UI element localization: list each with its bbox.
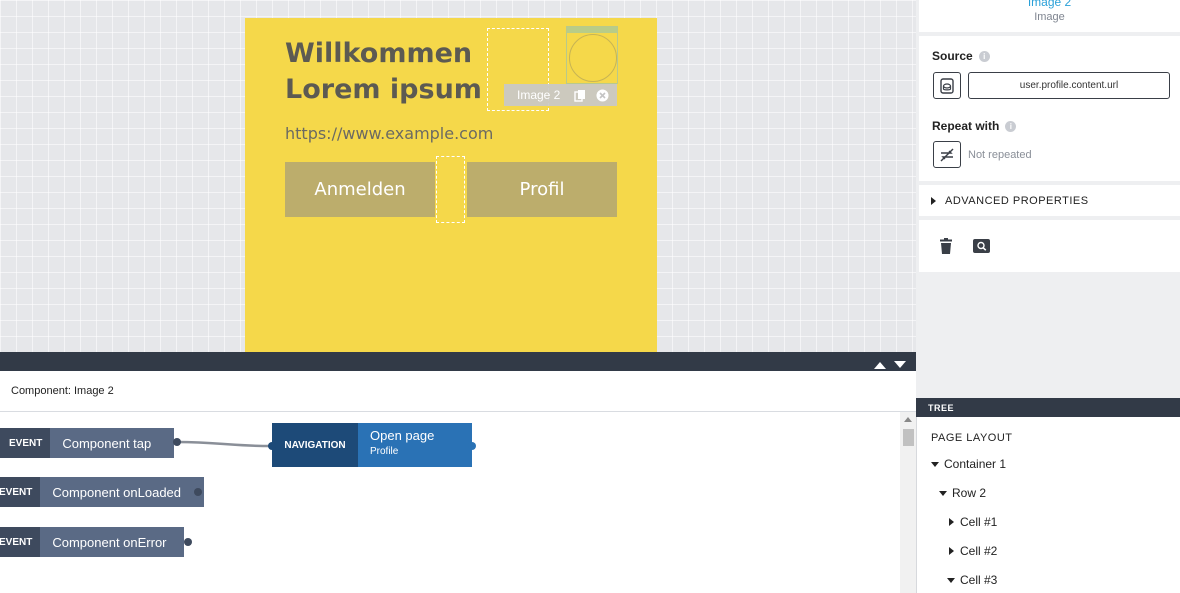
source-label: Source i bbox=[932, 49, 990, 63]
image-2-selected[interactable] bbox=[566, 26, 618, 84]
tree-title: PAGE LAYOUT bbox=[931, 432, 1013, 444]
tree-item-label: Cell #2 bbox=[960, 544, 998, 558]
caret-down-icon[interactable] bbox=[947, 577, 955, 583]
selected-component-label: Image 2 bbox=[517, 88, 561, 102]
title-line-2: Lorem ipsum bbox=[285, 74, 482, 105]
caret-down-icon[interactable] bbox=[939, 490, 947, 496]
component-actions bbox=[919, 220, 1180, 272]
event-label: Component onLoaded bbox=[40, 477, 205, 507]
output-port[interactable] bbox=[184, 538, 192, 546]
navigation-node-open-page[interactable]: NAVIGATION Open page Profile bbox=[272, 423, 472, 467]
profil-button[interactable]: Profil bbox=[467, 162, 617, 217]
repeat-value: Not repeated bbox=[968, 149, 1032, 161]
caret-right-icon[interactable] bbox=[949, 547, 954, 555]
advanced-properties-toggle[interactable]: ADVANCED PROPERTIES bbox=[919, 185, 1180, 216]
repeat-binding-button[interactable] bbox=[933, 141, 961, 168]
caret-down-icon[interactable] bbox=[931, 461, 939, 467]
welcome-title[interactable]: Willkommen Lorem ipsum bbox=[285, 36, 482, 108]
logic-scrollbar[interactable] bbox=[900, 412, 916, 593]
trash-icon[interactable] bbox=[939, 238, 953, 259]
info-icon[interactable]: i bbox=[978, 50, 990, 62]
tree-item-label: Row 2 bbox=[952, 486, 987, 500]
tree-item-row-2[interactable]: Row 2 bbox=[939, 486, 986, 500]
output-port[interactable] bbox=[468, 442, 476, 450]
remove-icon[interactable] bbox=[595, 88, 609, 102]
event-tag: EVENT bbox=[0, 428, 51, 458]
input-port[interactable] bbox=[268, 442, 276, 450]
scroll-up-icon[interactable] bbox=[904, 417, 912, 422]
output-port[interactable] bbox=[173, 438, 181, 446]
title-line-1: Willkommen bbox=[285, 38, 473, 69]
advanced-properties-label: ADVANCED PROPERTIES bbox=[945, 194, 1089, 207]
search-icon[interactable] bbox=[973, 239, 990, 258]
data-binding-icon bbox=[940, 77, 954, 94]
navigation-tag: NAVIGATION bbox=[272, 423, 358, 467]
event-node-component-onloaded[interactable]: EVENT Component onLoaded bbox=[0, 477, 205, 507]
tree-item-cell-3[interactable]: Cell #3 bbox=[947, 573, 997, 587]
component-name: Image 2 bbox=[1027, 0, 1072, 9]
tree-panel: PAGE LAYOUT Container 1 Row 2 Cell #1 Ce… bbox=[916, 417, 1180, 593]
output-port[interactable] bbox=[194, 488, 202, 496]
properties-header: Image 2 Image bbox=[919, 0, 1180, 32]
properties-panel: Image 2 Image Source i user.profile.cont… bbox=[916, 0, 1180, 398]
scroll-thumb[interactable] bbox=[903, 429, 914, 446]
logic-editor-bar bbox=[0, 352, 916, 371]
event-node-component-onerror[interactable]: EVENT Component onError bbox=[0, 527, 185, 557]
tree-item-label: Cell #3 bbox=[960, 573, 998, 587]
selection-bar bbox=[567, 27, 617, 33]
tree-item-label: Cell #1 bbox=[960, 515, 998, 529]
navigation-title: Open page bbox=[370, 428, 435, 443]
source-field[interactable]: user.profile.content.url bbox=[968, 72, 1170, 99]
image-circle bbox=[569, 34, 617, 82]
canvas-area[interactable]: Willkommen Lorem ipsum https://www.examp… bbox=[0, 0, 916, 352]
tree-item-cell-2[interactable]: Cell #2 bbox=[949, 544, 997, 558]
component-header: Component: Image 2 bbox=[0, 371, 916, 412]
source-binding-button[interactable] bbox=[933, 72, 961, 99]
repeat-off-icon bbox=[940, 148, 954, 161]
logic-canvas[interactable]: EVENT Component tap EVENT Component onLo… bbox=[0, 412, 900, 593]
info-icon[interactable]: i bbox=[1005, 120, 1017, 132]
tree-header: TREE bbox=[916, 398, 1180, 417]
event-node-component-tap[interactable]: EVENT Component tap bbox=[0, 428, 175, 458]
event-label: Component onError bbox=[40, 527, 185, 557]
tree-item-label: Container 1 bbox=[944, 457, 1007, 471]
repeat-label: Repeat with i bbox=[932, 119, 1017, 133]
event-tag: EVENT bbox=[0, 527, 41, 557]
navigation-subtitle: Profile bbox=[370, 446, 399, 457]
copy-icon[interactable] bbox=[573, 88, 587, 102]
anmelden-button[interactable]: Anmelden bbox=[285, 162, 435, 217]
image-2-toolbar: Image 2 bbox=[504, 84, 617, 106]
source-label-text: Source bbox=[932, 49, 973, 63]
tree-item-container-1[interactable]: Container 1 bbox=[931, 457, 1006, 471]
url-text[interactable]: https://www.example.com bbox=[285, 124, 493, 143]
app-page-preview[interactable]: Willkommen Lorem ipsum https://www.examp… bbox=[245, 18, 657, 352]
event-label: Component tap bbox=[50, 428, 175, 458]
caret-right-icon[interactable] bbox=[949, 518, 954, 526]
caret-right-icon bbox=[931, 196, 936, 205]
component-type: Image bbox=[1034, 11, 1065, 23]
source-section: Source i user.profile.content.url Repeat… bbox=[919, 36, 1180, 181]
component-label: Component: Image 2 bbox=[11, 385, 114, 397]
repeat-label-text: Repeat with bbox=[932, 119, 1000, 133]
tree-item-cell-1[interactable]: Cell #1 bbox=[949, 515, 997, 529]
event-tag: EVENT bbox=[0, 477, 41, 507]
cell-placeholder[interactable] bbox=[436, 156, 465, 223]
